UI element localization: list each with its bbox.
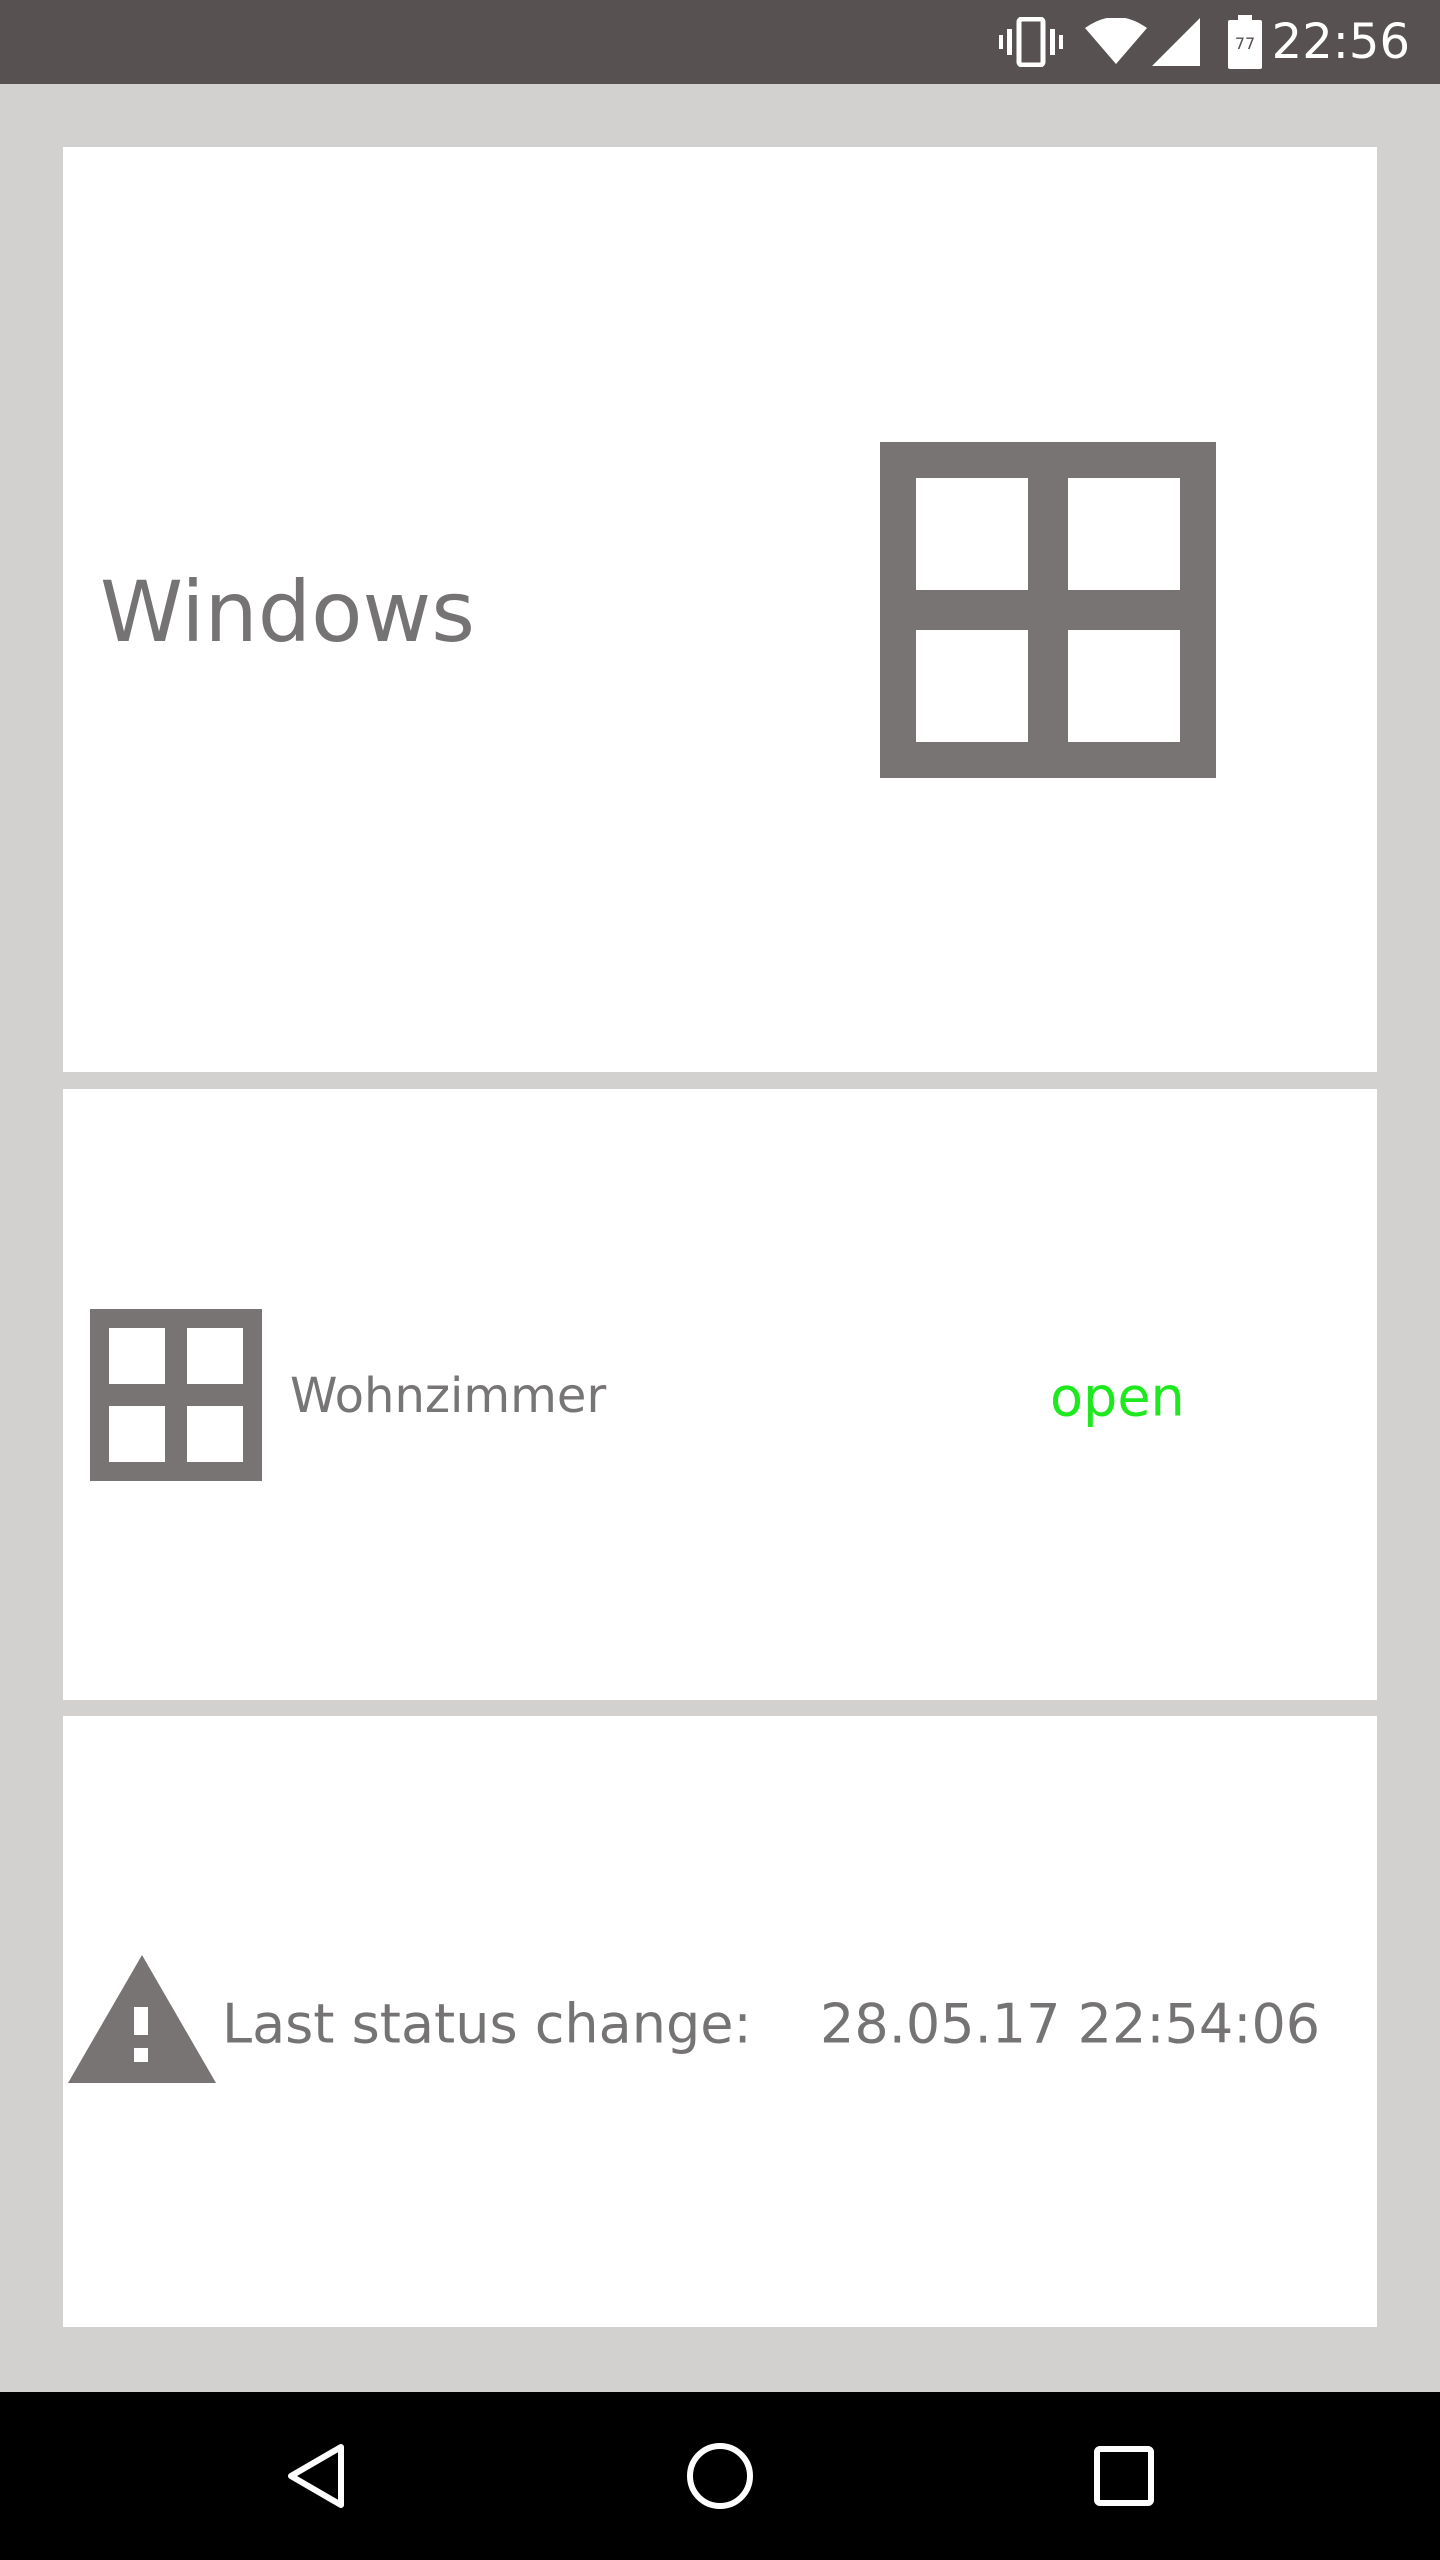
- cellular-signal-icon: [1150, 0, 1202, 84]
- vibrate-icon: [996, 0, 1066, 84]
- back-icon[interactable]: [256, 2392, 376, 2560]
- window-status-value: open: [1050, 1365, 1185, 1429]
- home-icon[interactable]: [660, 2392, 780, 2560]
- svg-text:77: 77: [1235, 34, 1255, 53]
- status-bar: 77 22:56: [0, 0, 1440, 84]
- warning-icon: [68, 1955, 216, 2083]
- recents-icon[interactable]: [1064, 2392, 1184, 2560]
- clock: 22:56: [1271, 14, 1410, 70]
- window-icon: [880, 442, 1216, 778]
- room-name: Wohnzimmer: [290, 1368, 607, 1424]
- last-status-change-value: 28.05.17 22:54:06: [820, 1992, 1321, 2056]
- battery-icon: 77: [1224, 0, 1266, 84]
- wifi-icon: [1080, 0, 1152, 84]
- page-title: Windows: [100, 563, 475, 661]
- window-icon: [90, 1309, 262, 1481]
- last-status-change-label: Last status change:: [222, 1992, 752, 2056]
